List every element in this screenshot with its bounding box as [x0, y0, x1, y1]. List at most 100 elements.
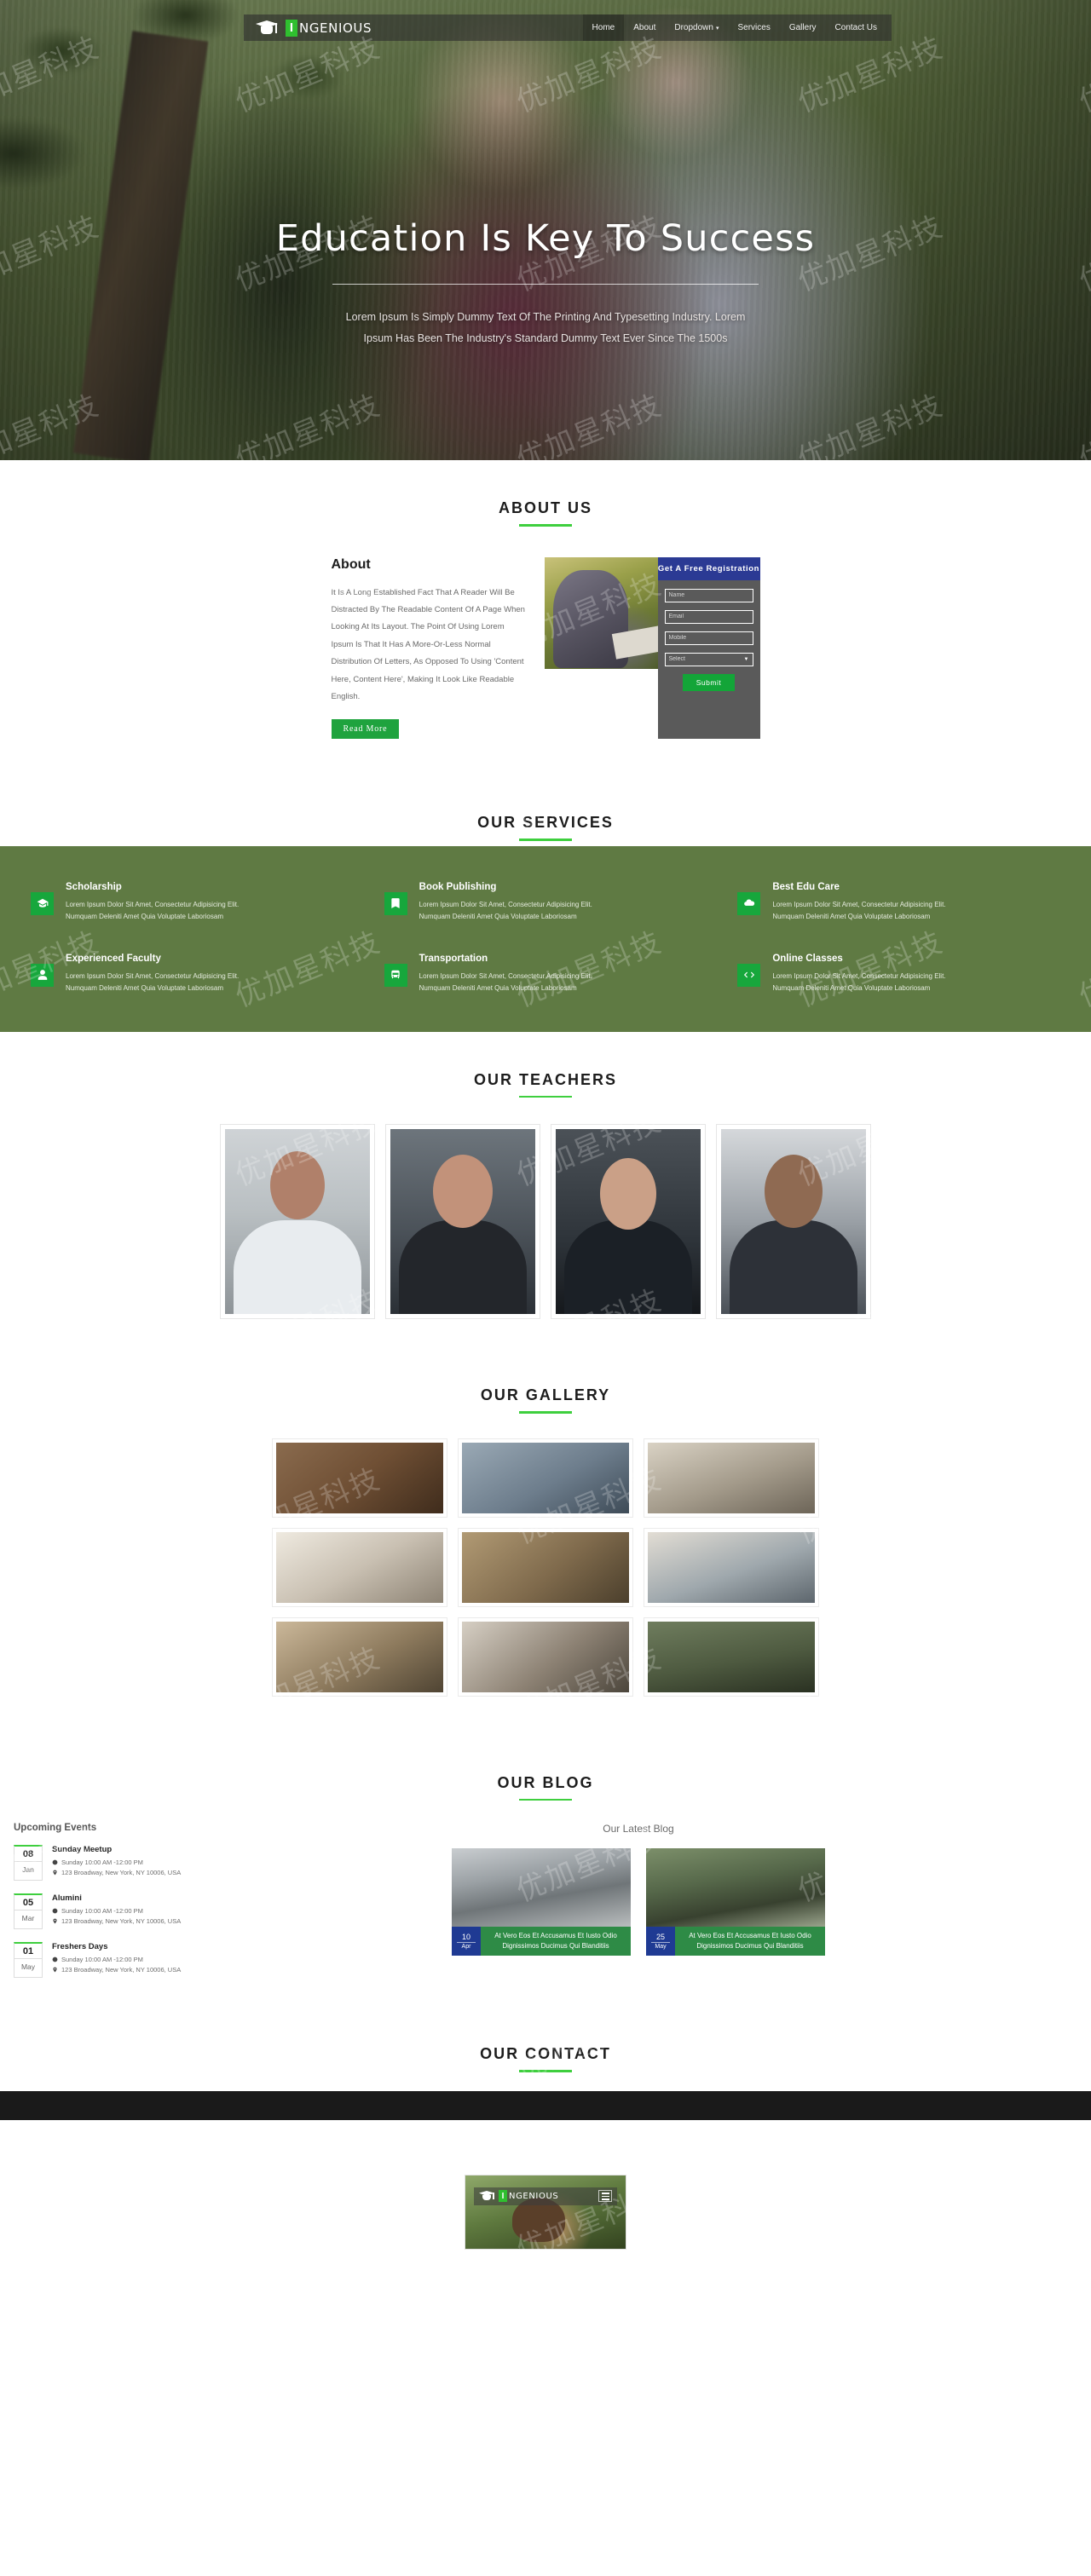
gallery-photo-3[interactable]	[644, 1438, 818, 1517]
event-month: Jan	[22, 1865, 34, 1875]
event-item[interactable]: 01 May Freshers Days Sunday 10:00 AM -12…	[14, 1942, 193, 1979]
mobile-header-bar: I NGENIOUS	[474, 2187, 617, 2205]
event-item[interactable]: 05 Mar Alumini Sunday 10:00 AM -12:00 PM…	[14, 1893, 193, 1930]
service-item: Book Publishing Lorem Ipsum Dolor Sit Am…	[378, 882, 721, 923]
service-desc: Lorem Ipsum Dolor Sit Amet, Consectetur …	[66, 899, 239, 923]
gallery-photo-8[interactable]	[459, 1617, 632, 1696]
category-select[interactable]: Select	[664, 652, 753, 666]
services-grid: Scholarship Lorem Ipsum Dolor Sit Amet, …	[17, 882, 1074, 994]
teacher-photo-1[interactable]	[221, 1125, 374, 1319]
event-time-row: Sunday 10:00 AM -12:00 PM	[52, 1956, 181, 1963]
nav-item-dropdown[interactable]: Dropdown ▾	[665, 14, 728, 42]
hero-subtitle: Lorem Ipsum Is Simply Dummy Text Of The …	[0, 307, 1091, 349]
read-more-button[interactable]: Read More	[331, 719, 400, 740]
graduation-cap-icon	[256, 19, 278, 37]
hero-title: Education Is Key To Success	[275, 217, 816, 260]
service-item: Best Edu Care Lorem Ipsum Dolor Sit Amet…	[730, 882, 1074, 923]
event-time: Sunday 10:00 AM -12:00 PM	[61, 1859, 143, 1867]
gallery-photo-4[interactable]	[273, 1528, 447, 1606]
service-desc-line-2: Numquam Deleniti Amet Quia Voluptate Lab…	[419, 983, 577, 992]
service-item: Transportation Lorem Ipsum Dolor Sit Ame…	[378, 954, 721, 994]
select-wrapper: Select ▼	[664, 652, 753, 666]
brand-logo[interactable]: I NGENIOUS	[244, 19, 372, 37]
event-time: Sunday 10:00 AM -12:00 PM	[61, 1907, 143, 1916]
about-section-title: ABOUT US	[499, 499, 592, 516]
book-icon	[384, 891, 407, 915]
service-desc-line-1: Lorem Ipsum Dolor Sit Amet, Consectetur …	[772, 971, 946, 980]
event-day: 05	[14, 1895, 42, 1911]
service-text: Online Classes Lorem Ipsum Dolor Sit Ame…	[772, 954, 945, 994]
event-location-row: 123 Broadway, New York, NY 10006, USA	[52, 1869, 181, 1876]
services-band: Scholarship Lorem Ipsum Dolor Sit Amet, …	[0, 845, 1091, 1032]
gallery-photo-9[interactable]	[644, 1617, 818, 1696]
event-item[interactable]: 08 Jan Sunday Meetup Sunday 10:00 AM -12…	[14, 1845, 193, 1882]
service-desc-line-2: Numquam Deleniti Amet Quia Voluptate Lab…	[66, 912, 223, 920]
blog-date-badge: 25 May	[646, 1927, 675, 1956]
teachers-section-heading: OUR TEACHERS	[0, 1032, 1091, 1098]
event-location-row: 123 Broadway, New York, NY 10006, USA	[52, 1917, 181, 1925]
nav-item-about[interactable]: About	[624, 14, 665, 41]
service-desc: Lorem Ipsum Dolor Sit Amet, Consectetur …	[419, 971, 592, 994]
teacher-photo-3[interactable]	[551, 1125, 705, 1319]
clock-icon	[52, 1957, 58, 1962]
event-location: 123 Broadway, New York, NY 10006, USA	[61, 1966, 182, 1974]
event-date-badge: 05 Mar	[14, 1893, 43, 1930]
service-title: Scholarship	[66, 881, 122, 892]
blog-month: May	[655, 1944, 667, 1951]
gallery-photo-7[interactable]	[273, 1617, 447, 1696]
service-title: Transportation	[419, 953, 488, 964]
gallery-photo-2[interactable]	[459, 1438, 632, 1517]
teacher-photo-2[interactable]	[386, 1125, 540, 1319]
services-section-title: OUR SERVICES	[477, 814, 614, 832]
event-details: Freshers Days Sunday 10:00 AM -12:00 PM …	[52, 1942, 181, 1978]
teacher-photo-4[interactable]	[717, 1125, 870, 1319]
service-desc-line-2: Numquam Deleniti Amet Quia Voluptate Lab…	[772, 912, 931, 920]
email-input[interactable]	[664, 609, 753, 624]
event-date-badge: 01 May	[14, 1942, 43, 1979]
nav-item-home[interactable]: Home	[582, 14, 625, 41]
gallery-photo-5[interactable]	[459, 1528, 632, 1606]
service-desc-line-1: Lorem Ipsum Dolor Sit Amet, Consectetur …	[66, 900, 240, 908]
submit-button[interactable]: Submit	[682, 673, 736, 691]
service-title: Book Publishing	[419, 881, 497, 892]
blog-card[interactable]: 10 Apr At Vero Eos Et Accusamus Et Iusto…	[452, 1848, 631, 1956]
page-root: I NGENIOUS Home About Dropdown ▾ Services…	[0, 0, 1091, 2301]
hero-subtitle-line-2: Ipsum Has Been The Industry's Standard D…	[363, 332, 728, 344]
graduation-cap-icon	[479, 2190, 494, 2203]
service-title: Experienced Faculty	[66, 953, 161, 964]
latest-blog-panel: Our Latest Blog 10 Apr At Vero Eos Et Ac…	[193, 1823, 1084, 1991]
mobile-input[interactable]	[664, 631, 753, 645]
mobile-brand-initial: I	[499, 2190, 507, 2203]
nav-item-contact-us[interactable]: Contact Us	[826, 14, 886, 41]
event-details: Alumini Sunday 10:00 AM -12:00 PM 123 Br…	[52, 1893, 181, 1929]
blog-card[interactable]: 25 May At Vero Eos Et Accusamus Et Iusto…	[646, 1848, 825, 1956]
event-day: 08	[14, 1847, 42, 1863]
service-item: Scholarship Lorem Ipsum Dolor Sit Amet, …	[24, 882, 367, 923]
gallery-photo-1[interactable]	[273, 1438, 447, 1517]
blog-photo-2	[646, 1848, 825, 1928]
gallery-section: OUR GALLERY	[0, 1347, 1091, 1735]
heading-underline	[519, 1095, 572, 1098]
name-input[interactable]	[664, 588, 753, 602]
event-month: Mar	[21, 1914, 35, 1923]
services-section-heading: OUR SERVICES	[0, 775, 1091, 841]
nav-item-gallery[interactable]: Gallery	[780, 14, 826, 41]
blog-card-footer: 10 Apr At Vero Eos Et Accusamus Et Iusto…	[452, 1927, 631, 1956]
about-photo	[544, 556, 658, 669]
nav-item-services[interactable]: Services	[728, 14, 779, 41]
upcoming-events-panel: Upcoming Events 08 Jan Sunday Meetup Sun…	[7, 1823, 193, 1991]
about-body-text: It Is A Long Established Fact That A Rea…	[331, 587, 525, 702]
contact-map-strip[interactable]	[0, 2090, 1091, 2120]
graduation-cap-icon	[31, 891, 54, 915]
event-month: May	[20, 1962, 36, 1972]
service-desc-line-1: Lorem Ipsum Dolor Sit Amet, Consectetur …	[66, 971, 240, 980]
heading-underline	[519, 1411, 572, 1414]
heading-underline	[519, 1798, 572, 1801]
gallery-photo-6[interactable]	[644, 1528, 818, 1606]
service-text: Transportation Lorem Ipsum Dolor Sit Ame…	[419, 954, 592, 994]
event-details: Sunday Meetup Sunday 10:00 AM -12:00 PM …	[52, 1845, 181, 1881]
service-desc: Lorem Ipsum Dolor Sit Amet, Consectetur …	[772, 899, 945, 923]
code-icon	[737, 963, 761, 987]
hamburger-menu-icon[interactable]	[598, 2190, 612, 2203]
event-location-row: 123 Broadway, New York, NY 10006, USA	[52, 1966, 181, 1974]
